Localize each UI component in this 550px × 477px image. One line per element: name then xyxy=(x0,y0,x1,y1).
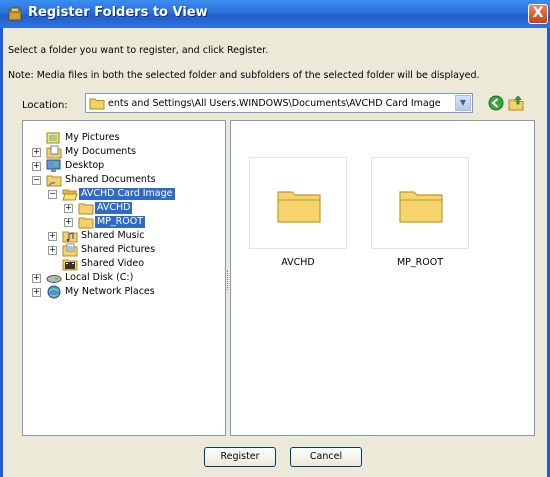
tree-item-desktop[interactable]: + Desktop xyxy=(23,159,223,173)
expand-icon[interactable]: + xyxy=(64,204,73,213)
tree-item-label: MP_ROOT xyxy=(95,216,146,228)
tree-item-avchd-card-image[interactable]: − AVCHD Card Image xyxy=(23,187,223,201)
tree-item-avchd[interactable]: + AVCHD xyxy=(23,201,223,215)
tree-item-label: Shared Documents xyxy=(65,174,156,185)
tree-item-label: Local Disk (C:) xyxy=(65,272,134,283)
folder-label: AVCHD xyxy=(281,257,315,268)
tree-item-my-network-places[interactable]: + My Network Places xyxy=(23,285,223,299)
tree-item-label: My Network Places xyxy=(65,286,155,297)
expand-icon[interactable]: + xyxy=(64,218,73,227)
collapse-icon[interactable]: − xyxy=(48,190,57,199)
network-places-icon xyxy=(47,285,61,299)
expand-icon[interactable]: + xyxy=(48,246,57,255)
tree-item-mp-root[interactable]: + MP_ROOT xyxy=(23,215,223,229)
window-title: Register Folders to View xyxy=(28,5,208,20)
location-combobox[interactable]: ents and Settings\All Users.WINDOWS\Docu… xyxy=(85,93,473,113)
app-icon xyxy=(8,7,22,21)
tree-item-label: Desktop xyxy=(65,160,105,171)
location-label: Location: xyxy=(22,100,68,111)
title-bar: Register Folders to View X xyxy=(0,0,550,28)
tree-item-shared-music[interactable]: + Shared Music xyxy=(23,229,223,243)
music-folder-icon xyxy=(62,231,78,243)
tree-item-my-pictures[interactable]: My Pictures xyxy=(23,131,223,145)
go-back-icon[interactable] xyxy=(488,95,504,111)
tree-item-label: My Pictures xyxy=(65,132,120,143)
tree-item-shared-documents[interactable]: − Shared Documents xyxy=(23,173,223,187)
my-pictures-icon xyxy=(46,132,60,144)
expand-icon[interactable]: + xyxy=(32,148,41,157)
up-folder-icon[interactable] xyxy=(508,95,524,111)
folder-contents-panel: AVCHD MP_ROOT xyxy=(230,120,535,436)
pictures-folder-icon xyxy=(62,243,78,257)
expand-icon[interactable]: + xyxy=(32,162,41,171)
tree-item-label: My Documents xyxy=(65,146,137,157)
tree-item-shared-video[interactable]: Shared Video xyxy=(23,257,223,271)
folder-icon xyxy=(277,191,321,223)
expand-icon[interactable]: + xyxy=(32,274,41,283)
folder-tree[interactable]: My Pictures + My Documents + Desktop − S… xyxy=(22,120,226,436)
video-folder-icon xyxy=(62,259,78,271)
tree-item-label: Shared Pictures xyxy=(81,244,156,255)
folder-icon xyxy=(78,203,94,215)
tree-item-shared-pictures[interactable]: + Shared Pictures xyxy=(23,243,223,257)
tree-item-local-disk[interactable]: + Local Disk (C:) xyxy=(23,271,223,285)
folder-icon xyxy=(399,191,443,223)
tree-item-label: Shared Music xyxy=(81,230,145,241)
register-folders-dialog: Register Folders to View X Select a fold… xyxy=(0,0,550,477)
desktop-icon xyxy=(46,159,61,172)
folder-icon xyxy=(78,217,94,229)
expand-icon[interactable]: + xyxy=(32,288,41,297)
shared-folder-icon xyxy=(46,175,62,187)
folder-label: MP_ROOT xyxy=(396,257,444,268)
expand-icon[interactable]: + xyxy=(48,232,57,241)
folder-icon xyxy=(89,98,105,110)
tree-item-label: AVCHD Card Image xyxy=(79,188,175,200)
cancel-button[interactable]: Cancel xyxy=(290,447,362,467)
hard-disk-icon xyxy=(46,275,62,283)
dropdown-arrow-icon[interactable]: ▼ xyxy=(455,95,471,111)
open-folder-icon xyxy=(62,189,78,201)
collapse-icon[interactable]: − xyxy=(32,176,41,185)
tree-item-label: AVCHD xyxy=(95,202,133,214)
instruction-text: Select a folder you want to register, an… xyxy=(8,45,269,56)
note-text: Note: Media files in both the selected f… xyxy=(8,70,480,81)
register-button[interactable]: Register xyxy=(204,447,276,467)
tree-item-label: Shared Video xyxy=(81,258,145,269)
folder-thumbnail-mp-root[interactable] xyxy=(371,157,469,249)
tree-item-my-documents[interactable]: + My Documents xyxy=(23,145,223,159)
close-button[interactable]: X xyxy=(528,4,548,24)
folder-thumbnail-avchd[interactable] xyxy=(249,157,347,249)
location-path: ents and Settings\All Users.WINDOWS\Docu… xyxy=(108,98,441,109)
my-documents-icon xyxy=(46,145,62,159)
